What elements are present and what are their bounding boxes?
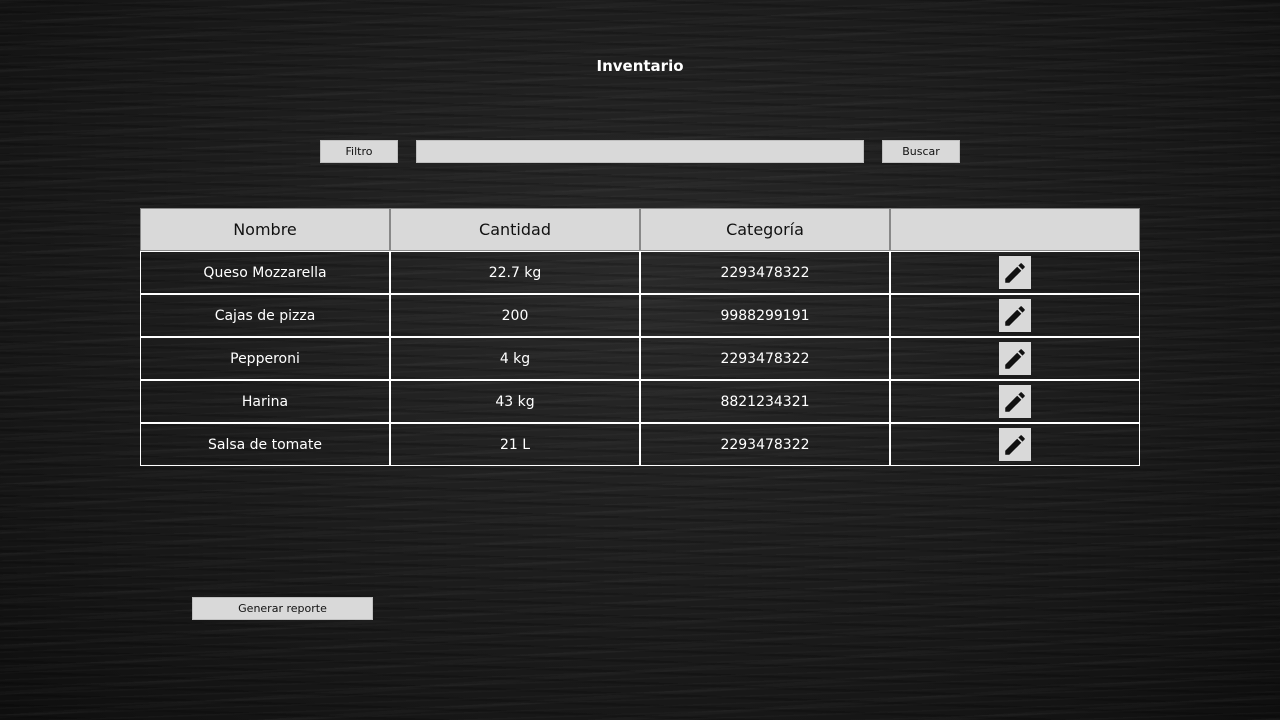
cell-cantidad: 200 — [390, 294, 640, 337]
cell-categoria: 2293478322 — [640, 337, 890, 380]
table-row: Harina 43 kg 8821234321 — [140, 380, 1140, 423]
page-title: Inventario — [596, 57, 684, 75]
pencil-icon — [1005, 391, 1025, 412]
cell-actions — [890, 337, 1140, 380]
edit-button[interactable] — [999, 385, 1031, 418]
edit-button[interactable] — [999, 342, 1031, 375]
cell-nombre: Pepperoni — [140, 337, 390, 380]
cell-categoria: 2293478322 — [640, 251, 890, 294]
pencil-icon — [1005, 305, 1025, 326]
cell-categoria: 2293478322 — [640, 423, 890, 466]
column-header-nombre: Nombre — [140, 208, 390, 251]
search-button[interactable]: Buscar — [882, 140, 960, 163]
table-row: Pepperoni 4 kg 2293478322 — [140, 337, 1140, 380]
column-header-cantidad: Cantidad — [390, 208, 640, 251]
edit-button[interactable] — [999, 256, 1031, 289]
cell-cantidad: 22.7 kg — [390, 251, 640, 294]
cell-actions — [890, 251, 1140, 294]
column-header-actions — [890, 208, 1140, 251]
cell-cantidad: 43 kg — [390, 380, 640, 423]
cell-actions — [890, 380, 1140, 423]
search-input[interactable] — [416, 140, 864, 163]
cell-cantidad: 4 kg — [390, 337, 640, 380]
inventory-table: Nombre Cantidad Categoría Queso Mozzarel… — [140, 208, 1140, 466]
pencil-icon — [1005, 434, 1025, 455]
table-row: Queso Mozzarella 22.7 kg 2293478322 — [140, 251, 1140, 294]
generate-report-button[interactable]: Generar reporte — [192, 597, 373, 620]
cell-nombre: Salsa de tomate — [140, 423, 390, 466]
edit-button[interactable] — [999, 299, 1031, 332]
cell-categoria: 9988299191 — [640, 294, 890, 337]
cell-nombre: Harina — [140, 380, 390, 423]
cell-categoria: 8821234321 — [640, 380, 890, 423]
column-header-categoria: Categoría — [640, 208, 890, 251]
table-header-row: Nombre Cantidad Categoría — [140, 208, 1140, 251]
cell-cantidad: 21 L — [390, 423, 640, 466]
table-row: Cajas de pizza 200 9988299191 — [140, 294, 1140, 337]
cell-actions — [890, 294, 1140, 337]
pencil-icon — [1005, 262, 1025, 283]
cell-actions — [890, 423, 1140, 466]
cell-nombre: Cajas de pizza — [140, 294, 390, 337]
pencil-icon — [1005, 348, 1025, 369]
filter-button[interactable]: Filtro — [320, 140, 398, 163]
cell-nombre: Queso Mozzarella — [140, 251, 390, 294]
edit-button[interactable] — [999, 428, 1031, 461]
table-row: Salsa de tomate 21 L 2293478322 — [140, 423, 1140, 466]
